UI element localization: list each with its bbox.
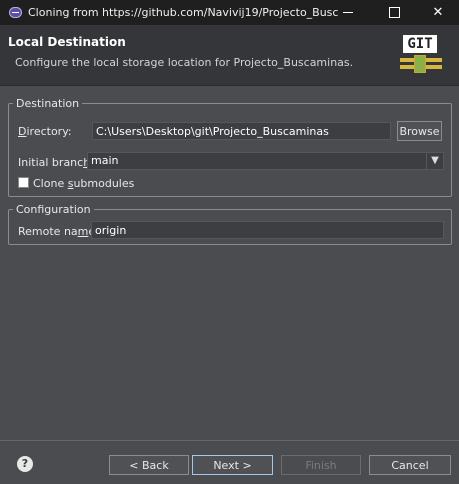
finish-button[interactable]: Finish bbox=[281, 455, 361, 475]
remote-name-input[interactable] bbox=[91, 221, 444, 239]
page-title: Local Destination bbox=[8, 35, 126, 49]
remote-name-label: Remote name: bbox=[18, 225, 99, 238]
next-button[interactable]: Next > bbox=[192, 455, 273, 475]
eclipse-app-icon bbox=[9, 7, 22, 18]
minimize-icon[interactable] bbox=[326, 0, 370, 25]
page-description: Configure the local storage location for… bbox=[15, 56, 354, 69]
back-button[interactable]: < Back bbox=[109, 455, 189, 475]
chevron-down-icon[interactable]: ▼ bbox=[426, 153, 443, 169]
initial-branch-select[interactable]: main ▼ bbox=[87, 152, 444, 170]
configuration-group-label: Configuration bbox=[16, 203, 91, 216]
title-bar: Cloning from https://github.com/Navivij1… bbox=[0, 0, 459, 25]
wizard-header: Local Destination Configure the local st… bbox=[0, 25, 459, 86]
browse-button[interactable]: Browse bbox=[397, 121, 442, 141]
window-title: Cloning from https://github.com/Navivij1… bbox=[28, 6, 338, 19]
close-icon[interactable]: ✕ bbox=[416, 0, 459, 25]
clone-submodules-label[interactable]: Clone submodules bbox=[33, 177, 134, 190]
cancel-button[interactable]: Cancel bbox=[369, 455, 451, 475]
initial-branch-value: main bbox=[91, 154, 119, 167]
directory-label: Directory: bbox=[18, 125, 72, 138]
initial-branch-label: Initial branch: bbox=[18, 156, 94, 169]
git-logo-icon: GIT bbox=[400, 33, 442, 77]
destination-group-label: Destination bbox=[16, 97, 80, 110]
clone-submodules-checkbox[interactable] bbox=[18, 177, 29, 188]
git-logo-text: GIT bbox=[403, 35, 437, 53]
footer-separator bbox=[0, 440, 459, 441]
directory-input[interactable] bbox=[92, 122, 391, 140]
maximize-icon[interactable] bbox=[372, 0, 416, 25]
help-icon[interactable]: ? bbox=[17, 456, 33, 472]
